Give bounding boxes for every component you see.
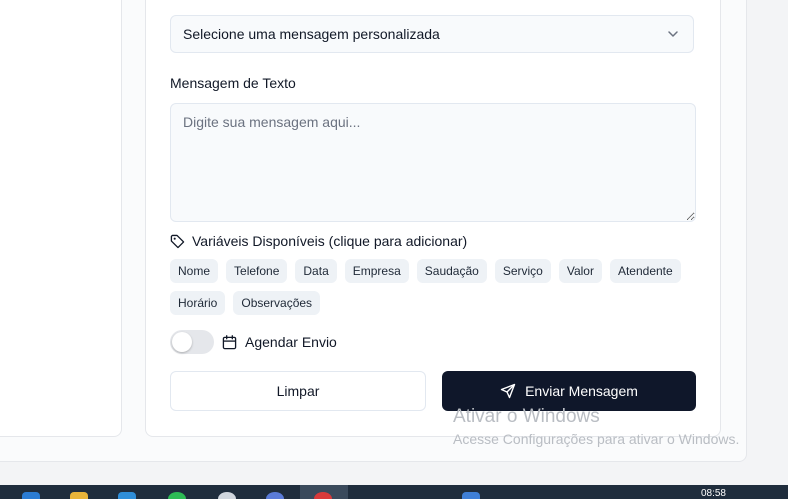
browser-icon[interactable] [266,492,284,499]
tray-app-icon[interactable] [462,492,480,499]
windows-start-icon[interactable] [22,492,40,499]
whatsapp-icon[interactable] [168,492,186,499]
variables-title: Variáveis Disponíveis (clique para adici… [170,233,467,249]
file-explorer-icon[interactable] [70,492,88,499]
send-message-button[interactable]: Enviar Mensagem [442,371,696,411]
chevron-down-icon [668,31,678,37]
variables-title-text: Variáveis Disponíveis (clique para adici… [192,233,468,249]
mail-icon[interactable] [118,492,136,499]
variable-chips: Nome Telefone Data Empresa Saudação Serv… [170,259,700,315]
variable-chip-saudacao[interactable]: Saudação [416,259,487,283]
taskbar: 08:58 [0,485,788,499]
app-icon[interactable] [218,492,236,499]
variable-chip-telefone[interactable]: Telefone [226,259,288,283]
variable-chip-observacoes[interactable]: Observações [233,291,321,315]
variable-chip-atendente[interactable]: Atendente [609,259,681,283]
watermark-subtitle: Acesse Configurações para ativar o Windo… [453,431,740,447]
send-icon [500,383,516,399]
variable-chip-horario[interactable]: Horário [170,291,226,315]
watermark-title: Ativar o Windows [453,406,600,427]
chrome-icon[interactable] [314,492,332,499]
variable-chip-servico[interactable]: Serviço [494,259,551,283]
tag-icon [170,234,185,248]
variable-chip-empresa[interactable]: Empresa [344,259,409,283]
schedule-label: Agendar Envio [245,334,337,350]
text-message-label: Mensagem de Texto [170,75,296,91]
send-message-button-label: Enviar Mensagem [525,383,638,399]
variable-chip-data[interactable]: Data [295,259,337,283]
left-panel [0,0,122,437]
toggle-knob [172,332,192,352]
variable-chip-valor[interactable]: Valor [558,259,602,283]
schedule-toggle[interactable] [170,330,214,354]
taskbar-clock[interactable]: 08:58 [701,488,726,499]
clear-button-label: Limpar [276,383,320,399]
text-message-input[interactable] [170,103,696,222]
custom-message-select-value: Selecione uma mensagem personalizada [183,26,440,42]
windows-activation-watermark: Ativar o Windows Acesse Configurações pa… [453,406,739,447]
variable-chip-nome[interactable]: Nome [170,259,219,283]
clear-button[interactable]: Limpar [170,371,426,411]
custom-message-select[interactable]: Selecione uma mensagem personalizada [170,15,694,53]
calendar-icon [222,334,237,349]
schedule-row: Agendar Envio [170,330,337,354]
